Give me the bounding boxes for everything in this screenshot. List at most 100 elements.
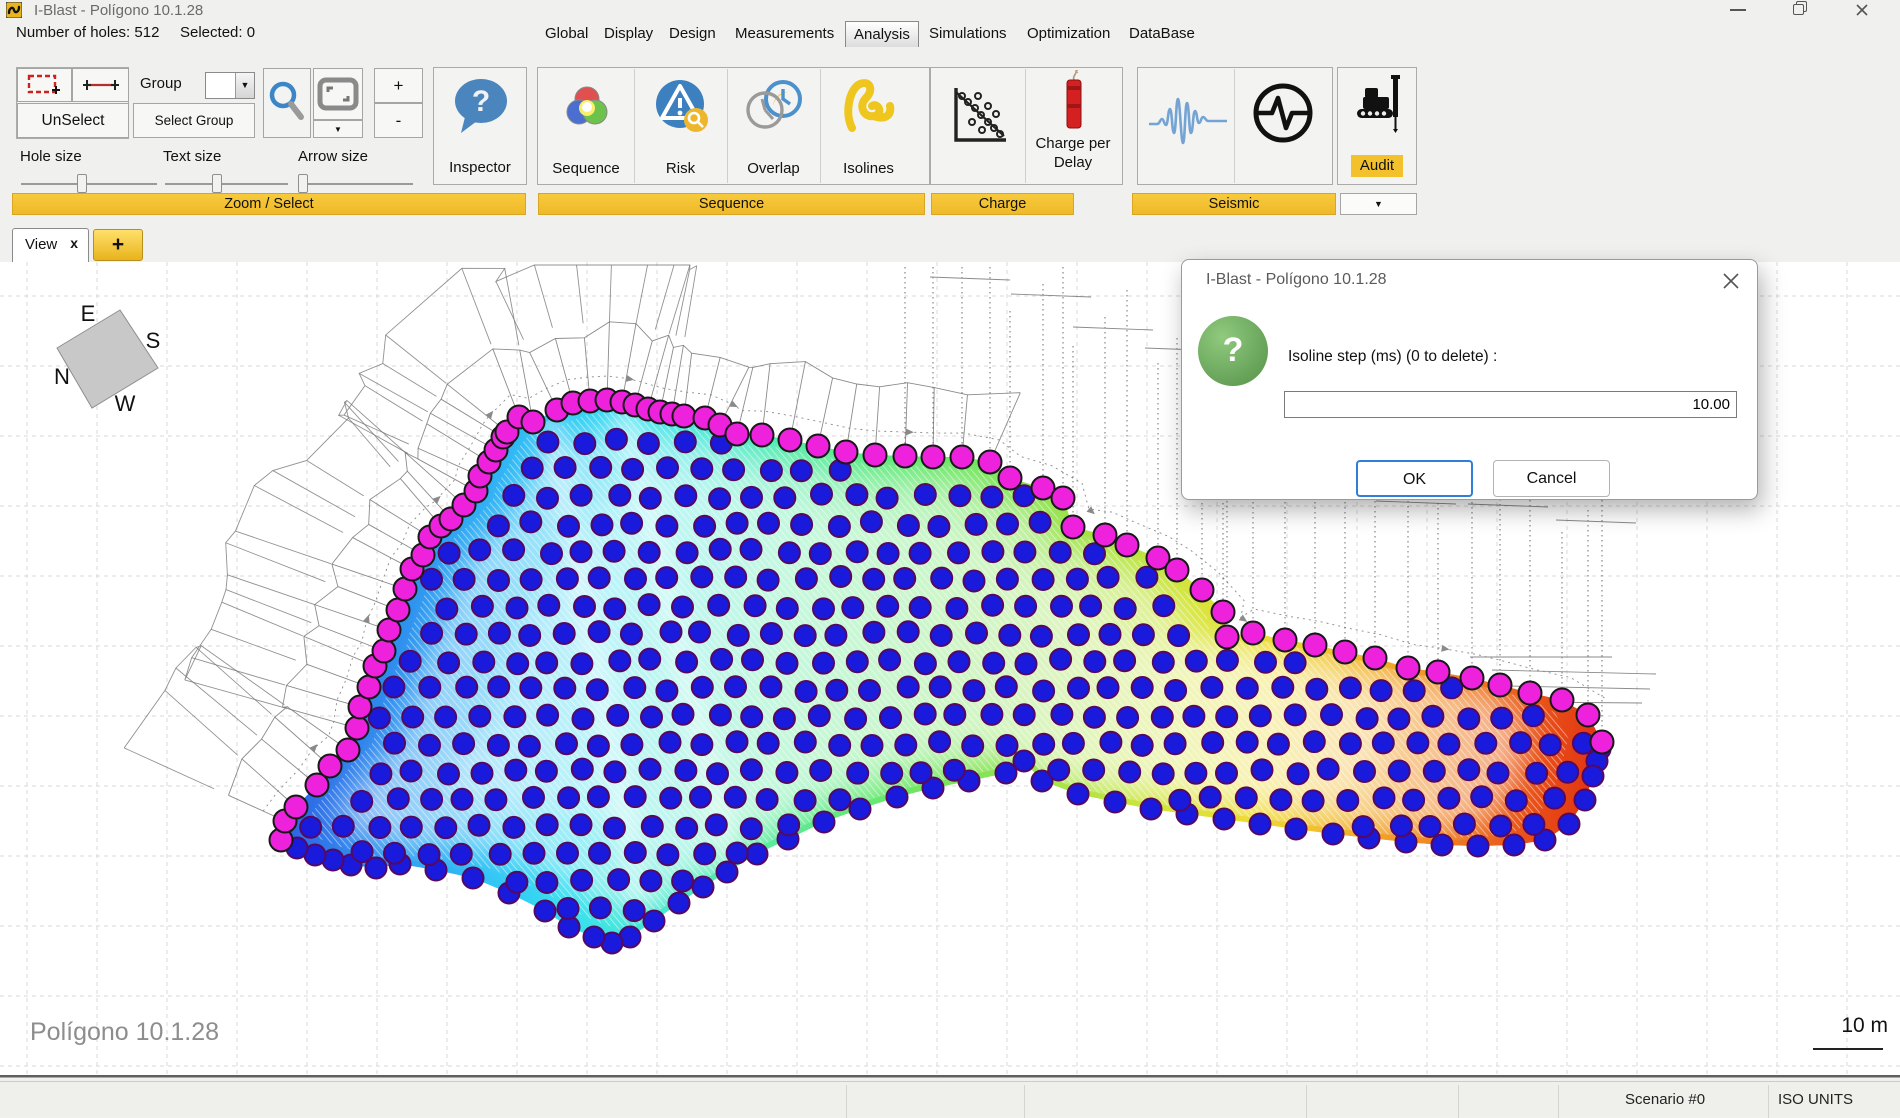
fit-view-button[interactable] [313,68,363,120]
title-bar: I-Blast - Polígono 10.1.28 [0,0,1900,20]
overlap-label: Overlap [727,160,820,177]
inspector-bubble-icon: ? [453,75,509,137]
text-size-slider-thumb[interactable] [212,174,222,193]
menu-database[interactable]: DataBase [1121,21,1203,47]
dialog-close-icon[interactable] [1719,269,1743,293]
plus-icon: + [112,233,124,256]
ok-button[interactable]: OK [1356,460,1473,497]
tab-close-icon[interactable]: x [70,235,78,251]
inspector-button[interactable]: ? Inspector [433,67,527,185]
holes-count-label: Number of holes: 512 [16,24,159,41]
compass: ESNW [54,301,160,416]
menu-simulations[interactable]: Simulations [921,21,1015,47]
arrow-size-label: Arrow size [298,148,368,165]
risk-warning-icon [654,78,710,134]
select-group-button[interactable]: Select Group [133,103,255,138]
hole-size-slider[interactable] [21,183,157,185]
tab-view-label: View [25,236,57,253]
group-dropdown[interactable]: ▼ [205,72,255,99]
menu-design[interactable]: Design [661,21,724,47]
magnifier-icon [267,80,307,126]
audit-drill-icon [1353,75,1403,133]
zoom-out-button[interactable]: - [374,103,423,138]
isolines-label: Isolines [820,160,917,177]
hole-size-slider-thumb[interactable] [77,174,87,193]
isoline-step-input[interactable] [1284,391,1737,418]
audit-label: Audit [1351,155,1403,177]
minimize-button[interactable] [1716,0,1760,19]
close-icon [1855,3,1869,17]
menu-measurements[interactable]: Measurements [727,21,842,47]
isoline-dialog: I-Blast - Polígono 10.1.28 ? Isoline ste… [1181,259,1758,500]
sequence-rgb-icon [563,82,611,130]
minimize-icon [1730,9,1746,11]
measure-button[interactable] [72,68,129,102]
isolines-squiggle-icon [844,78,896,136]
zoom-select-group-bar: Zoom / Select [12,193,526,215]
inspector-label: Inspector [433,159,527,176]
svg-text:E: E [81,301,96,326]
svg-text:?: ? [472,85,490,118]
seismic-group-bar: Seismic [1132,193,1336,215]
tab-add-button[interactable]: + [93,229,143,261]
toolbar-more-button[interactable]: ▼ [1340,193,1417,215]
menu-global[interactable]: Global [537,21,596,47]
charge-chart-button[interactable] [932,68,1024,182]
charge-group-bar: Charge [931,193,1074,215]
svg-text:W: W [115,391,136,416]
sequence-label: Sequence [539,160,633,177]
risk-button[interactable]: Risk [634,68,727,182]
scale-bar [1813,1048,1883,1050]
menu-analysis[interactable]: Analysis [845,21,919,47]
app-logo-icon [6,2,22,18]
overlap-button[interactable]: Overlap [727,68,820,182]
canvas-watermark: Polígono 10.1.28 [30,1018,219,1047]
fit-view-dropdown[interactable]: ▼ [313,120,363,138]
zoom-tool-button[interactable] [263,68,311,138]
risk-label: Risk [634,160,727,177]
tab-row: View x + [0,216,1900,262]
dialog-title: I-Blast - Polígono 10.1.28 [1206,271,1387,289]
dynamite-icon [1057,70,1091,132]
scenario-label: Scenario #0 [1625,1091,1705,1108]
text-size-slider[interactable] [165,183,288,185]
hole-size-label: Hole size [20,148,82,165]
window-title: I-Blast - Polígono 10.1.28 [34,2,203,19]
rect-select-button[interactable] [17,68,72,102]
isolines-button[interactable]: Isolines [820,68,917,182]
audit-button[interactable]: Audit [1337,67,1417,185]
text-size-label: Text size [163,148,221,165]
seismic-wave-icon [1147,96,1227,152]
close-button[interactable] [1840,0,1884,19]
maximize-button[interactable] [1778,0,1822,19]
menu-optimization[interactable]: Optimization [1019,21,1118,47]
group-label: Group [140,75,182,92]
arrow-size-slider[interactable] [298,183,413,185]
svg-text:N: N [54,364,70,389]
fit-view-icon [317,77,359,111]
rect-select-icon [26,72,64,98]
cancel-button[interactable]: Cancel [1493,460,1610,497]
zoom-in-button[interactable]: + [374,68,423,103]
sequence-group-bar: Sequence [538,193,925,215]
scale-label: 10 m [1802,1014,1888,1038]
sequence-button[interactable]: Sequence [539,68,633,182]
charge-per-delay-label: Charge per [1035,135,1110,152]
unselect-button[interactable]: UnSelect [17,103,129,138]
menu-bar: Number of holes: 512 Selected: 0 Global … [0,20,1900,48]
menu-display[interactable]: Display [596,21,661,47]
measure-icon [81,74,121,96]
charge-per-delay-button[interactable]: Charge perDelay [1025,68,1121,182]
status-bar: Scenario #0 ISO UNITS [0,1081,1900,1117]
seismic-monitor-button[interactable] [1234,68,1331,182]
selected-count-label: Selected: 0 [180,24,255,41]
arrow-size-slider-thumb[interactable] [298,174,308,193]
tab-view[interactable]: View x [12,228,89,262]
dialog-message: Isoline step (ms) (0 to delete) : [1288,348,1497,366]
units-label: ISO UNITS [1778,1091,1853,1108]
group-dropdown-arrow-icon[interactable]: ▼ [235,73,254,98]
overlap-clocks-icon [743,80,805,132]
seismic-wave-button[interactable] [1139,68,1233,182]
charge-chart-icon [948,84,1010,146]
question-icon: ? [1198,316,1268,386]
